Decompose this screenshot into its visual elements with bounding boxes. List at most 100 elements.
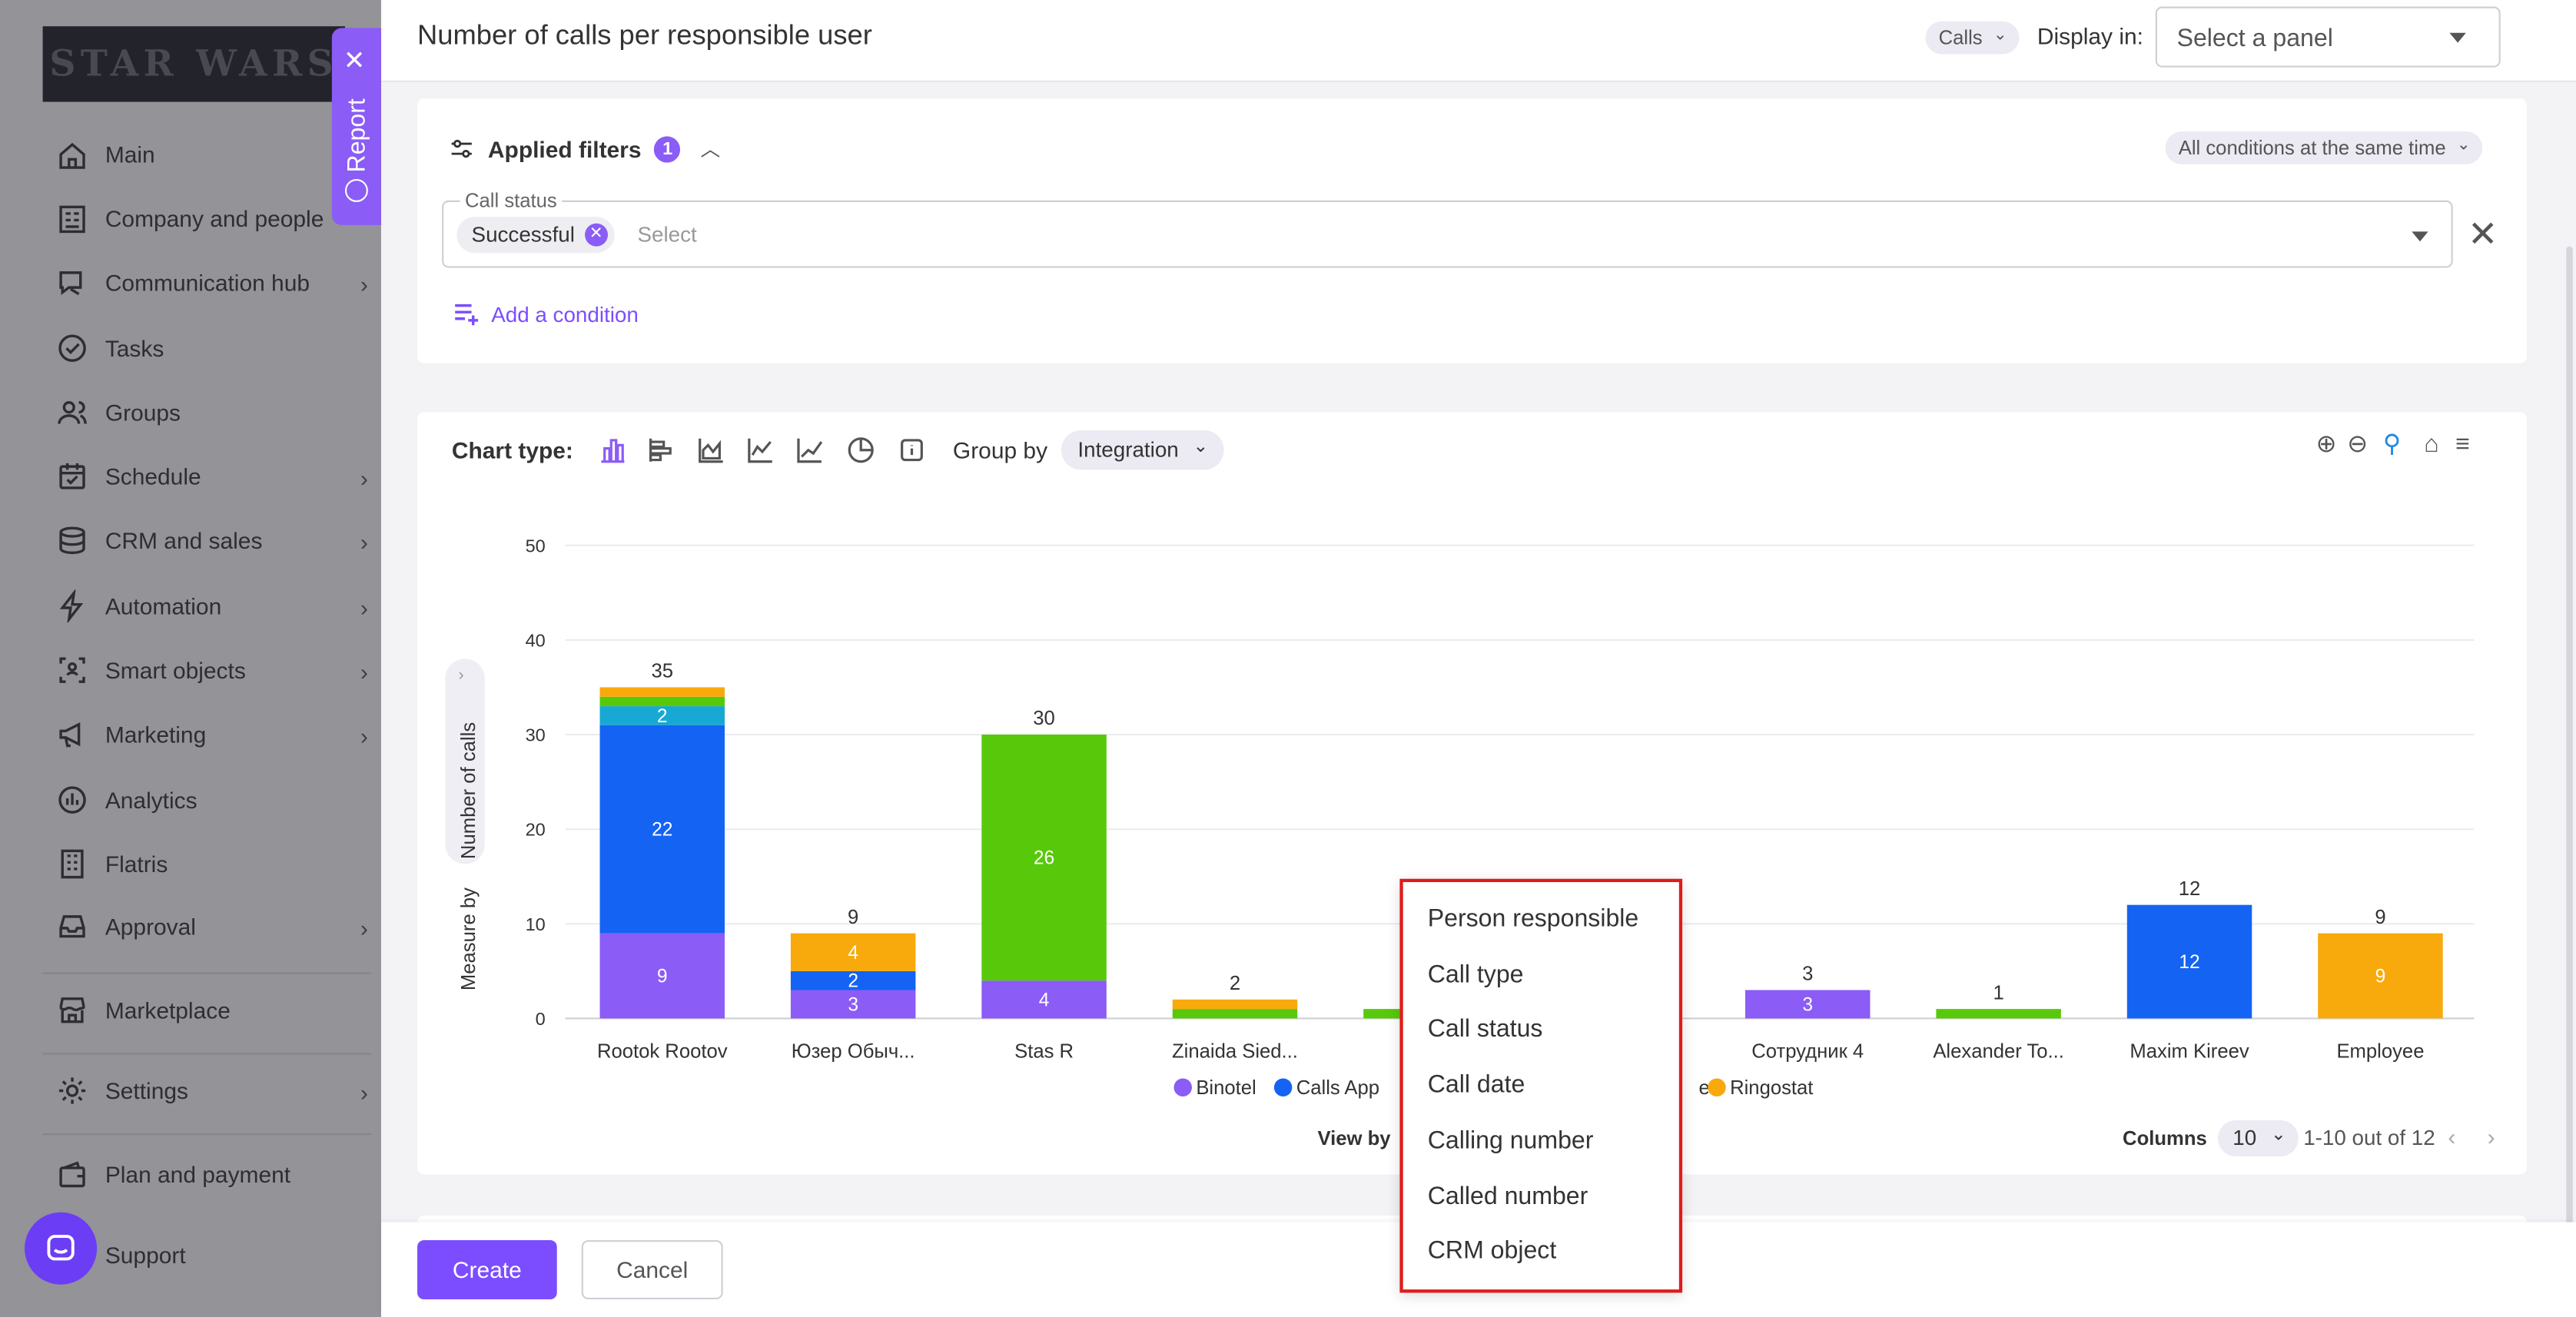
view-by-dropdown: Person responsible Call type Call status Ca… xyxy=(1399,878,1683,1293)
legend-label[interactable]: Ringostat xyxy=(1730,1077,1813,1099)
filters-title: Applied filters xyxy=(487,135,642,162)
entity-select-value: Calls xyxy=(1938,26,1983,50)
x-tick-label: Stas R xyxy=(1014,1041,1074,1063)
bar-data-label: 4 xyxy=(848,943,858,964)
remove-filter-icon[interactable]: ✕ xyxy=(2468,214,2498,257)
report-tab[interactable]: ✕ Report xyxy=(331,28,381,225)
bar-segment[interactable] xyxy=(1172,999,1298,1010)
bar-data-label: 3 xyxy=(1802,995,1813,1016)
bar-data-label: 9 xyxy=(2375,967,2386,987)
bar-data-label: 4 xyxy=(1039,990,1050,1010)
add-condition-button[interactable]: Add a condition xyxy=(453,300,639,327)
bar-segment[interactable] xyxy=(1172,1009,1298,1019)
dropdown-option-calling-number[interactable]: Calling number xyxy=(1428,1126,1594,1154)
bar-segment[interactable] xyxy=(599,696,725,707)
sliders-icon xyxy=(451,138,472,158)
close-report-icon[interactable]: ✕ xyxy=(344,45,366,78)
filters-card: Applied filters 1 ︿ All conditions at th… xyxy=(417,98,2527,363)
view-by-label: View by xyxy=(1317,1126,1391,1150)
legend-marker xyxy=(1173,1078,1192,1096)
caret-down-icon[interactable] xyxy=(2412,231,2428,242)
y-tick-label: 20 xyxy=(526,820,546,840)
report-tab-label: Report xyxy=(343,98,372,173)
remove-chip-icon[interactable]: ✕ xyxy=(584,223,608,247)
dropdown-option-person-responsible[interactable]: Person responsible xyxy=(1428,905,1639,933)
bar-data-label: 3 xyxy=(848,995,858,1016)
bar-segment[interactable] xyxy=(1936,1009,2061,1019)
next-page-icon[interactable]: › xyxy=(2488,1123,2495,1149)
bar-data-label: 22 xyxy=(652,820,672,841)
bar-total-label: 12 xyxy=(2179,878,2201,900)
x-tick-label: Alexander To... xyxy=(1933,1041,2064,1063)
support-chat-button[interactable] xyxy=(25,1212,98,1285)
page-scrollbar[interactable] xyxy=(2566,246,2573,1232)
y-tick-label: 40 xyxy=(526,630,546,650)
conditions-mode-value: All conditions at the same time xyxy=(2178,136,2446,160)
filter-select-placeholder[interactable]: Select xyxy=(637,222,696,247)
columns-label: Columns xyxy=(2123,1126,2207,1150)
bar-total-label: 2 xyxy=(1230,973,1240,994)
columns-value: 10 xyxy=(2232,1125,2257,1150)
app-root: STAR WARS MainCompany and peopleCommunic… xyxy=(0,0,2576,1317)
report-header: Number of calls per responsible user Cal… xyxy=(380,0,2576,82)
filter-chip: Successful ✕ xyxy=(456,217,615,254)
dropdown-option-call-status[interactable]: Call status xyxy=(1428,1016,1543,1043)
pagination-range: 1-10 out of 12 xyxy=(2303,1125,2435,1150)
legend-marker xyxy=(1708,1078,1726,1096)
x-tick-label: Rootok Rootov xyxy=(597,1041,728,1063)
x-tick-label: Юзер Обыч... xyxy=(792,1041,915,1063)
dropdown-option-crm-object[interactable]: CRM object xyxy=(1428,1237,1557,1265)
bar-total-label: 35 xyxy=(651,661,673,682)
chat-bubble-icon xyxy=(47,1235,75,1261)
panel-select-placeholder: Select a panel xyxy=(2176,25,2333,53)
x-tick-label: Employee xyxy=(2336,1041,2424,1063)
legend-marker xyxy=(1273,1078,1293,1096)
bar-data-label: 12 xyxy=(2179,952,2199,973)
report-icon xyxy=(344,179,368,202)
dropdown-option-call-type[interactable]: Call type xyxy=(1428,960,1524,988)
chevron-down-icon: ⌄ xyxy=(1993,26,2007,45)
chevron-down-icon: ⌄ xyxy=(2456,136,2471,154)
y-tick-label: 30 xyxy=(526,725,546,745)
bar-total-label: 9 xyxy=(2375,907,2385,928)
filters-count-badge: 1 xyxy=(654,135,681,162)
chevron-down-icon: ⌄ xyxy=(2270,1125,2286,1146)
bar-data-label: 2 xyxy=(848,971,858,992)
x-tick-label: Maxim Kireev xyxy=(2130,1041,2249,1063)
prev-page-icon[interactable]: ‹ xyxy=(2448,1123,2455,1149)
sidebar: STAR WARS MainCompany and peopleCommunic… xyxy=(0,0,381,1317)
add-list-icon xyxy=(455,304,479,326)
bar-total-label: 1 xyxy=(1993,982,2004,1004)
bar-data-label: 2 xyxy=(657,706,668,727)
bar-data-label: 26 xyxy=(1034,848,1054,869)
dropdown-option-called-number[interactable]: Called number xyxy=(1428,1182,1588,1209)
call-status-filter[interactable]: Call status Successful ✕ Select xyxy=(442,188,2453,268)
bar-total-label: 9 xyxy=(848,907,858,928)
filter-chip-label: Successful xyxy=(471,221,575,247)
add-condition-label: Add a condition xyxy=(491,301,639,327)
y-tick-label: 10 xyxy=(526,914,546,934)
dropdown-option-call-date[interactable]: Call date xyxy=(1428,1071,1525,1099)
y-tick-label: 50 xyxy=(526,536,546,556)
bar-total-label: 30 xyxy=(1033,708,1055,729)
legend-label[interactable]: Calls App xyxy=(1296,1077,1379,1099)
columns-select[interactable]: 10 ⌄ xyxy=(2218,1120,2299,1157)
report-title[interactable]: Number of calls per responsible user xyxy=(417,20,872,53)
chevron-up-icon[interactable]: ︿ xyxy=(700,134,720,162)
bar-total-label: 3 xyxy=(1802,964,1813,985)
x-tick-label: Zinaida Sied... xyxy=(1172,1041,1298,1063)
bar-data-label: 9 xyxy=(657,967,668,987)
call-status-label: Call status xyxy=(460,188,563,212)
filters-header[interactable]: Applied filters 1 ︿ xyxy=(450,134,720,162)
cancel-button[interactable]: Cancel xyxy=(581,1240,723,1299)
create-button[interactable]: Create xyxy=(417,1240,557,1299)
display-in-label: Display in: xyxy=(2037,22,2143,50)
bar-segment[interactable] xyxy=(599,687,725,697)
caret-down-icon xyxy=(2449,32,2466,43)
panel-select[interactable]: Select a panel xyxy=(2155,6,2501,68)
entity-select[interactable]: Calls ⌄ xyxy=(1925,21,2019,55)
y-tick-label: 0 xyxy=(536,1009,546,1029)
modal-backdrop[interactable] xyxy=(0,0,381,1317)
legend-label[interactable]: Binotel xyxy=(1196,1077,1256,1099)
conditions-mode-select[interactable]: All conditions at the same time ⌄ xyxy=(2165,131,2482,164)
